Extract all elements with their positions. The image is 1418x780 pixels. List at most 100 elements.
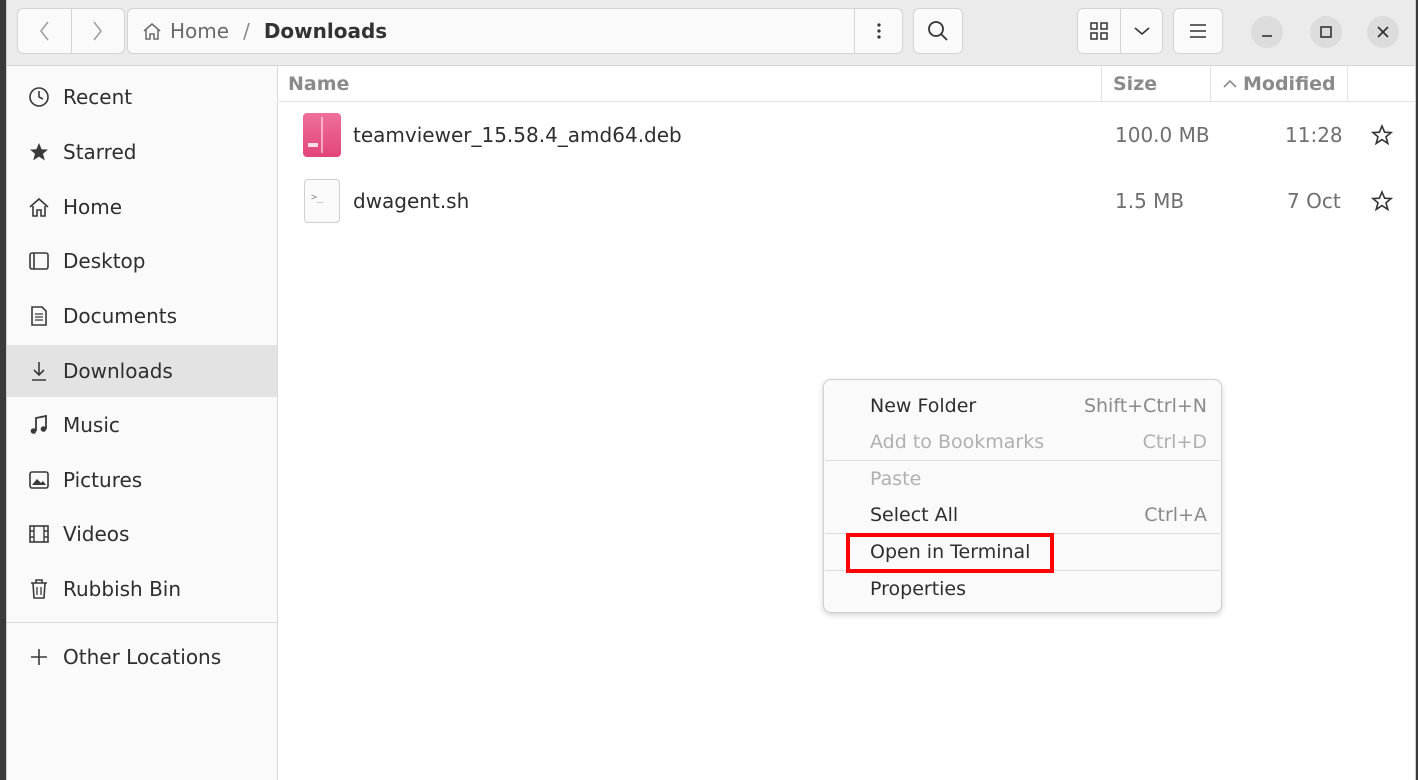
sidebar-item-label: Pictures bbox=[63, 468, 143, 492]
home-icon bbox=[27, 195, 51, 219]
column-separator bbox=[1347, 66, 1348, 102]
column-modified[interactable]: Modified bbox=[1223, 66, 1336, 102]
annotation-highlight-box bbox=[846, 533, 1054, 573]
column-modified-label: Modified bbox=[1243, 73, 1336, 95]
hamburger-menu-icon bbox=[1190, 24, 1206, 38]
file-size: 1.5 MB bbox=[1115, 189, 1185, 213]
menu-item-add-to-bookmarks: Add to Bookmarks Ctrl+D bbox=[824, 424, 1221, 460]
column-name-label: Name bbox=[288, 73, 350, 95]
sidebar-item-videos[interactable]: Videos bbox=[7, 508, 277, 560]
home-icon bbox=[143, 23, 161, 40]
kebab-menu-icon bbox=[876, 23, 881, 39]
menu-item-new-folder[interactable]: New Folder Shift+Ctrl+N bbox=[824, 388, 1221, 424]
sidebar-item-label: Other Locations bbox=[63, 645, 222, 669]
sidebar-item-downloads[interactable]: Downloads bbox=[7, 345, 277, 397]
column-header: Name Size Modified bbox=[279, 66, 1415, 102]
header-bar: Home / Downloads bbox=[7, 0, 1415, 66]
context-menu: New Folder Shift+Ctrl+N Add to Bookmarks… bbox=[823, 379, 1222, 613]
maximize-button[interactable] bbox=[1310, 16, 1342, 48]
download-icon bbox=[27, 359, 51, 383]
grid-view-button[interactable] bbox=[1078, 9, 1120, 53]
menu-item-label: Add to Bookmarks bbox=[870, 431, 1045, 453]
document-icon bbox=[27, 304, 51, 328]
menu-item-select-all[interactable]: Select All Ctrl+A bbox=[824, 497, 1221, 533]
grid-view-icon bbox=[1090, 22, 1108, 40]
music-icon bbox=[27, 413, 51, 437]
sidebar-item-home[interactable]: Home bbox=[7, 181, 277, 233]
sidebar-item-label: Recent bbox=[63, 85, 133, 109]
star-icon bbox=[27, 140, 51, 164]
forward-icon bbox=[93, 21, 102, 41]
search-button[interactable] bbox=[913, 8, 963, 54]
back-button[interactable] bbox=[18, 9, 71, 53]
sidebar-item-label: Music bbox=[63, 413, 120, 437]
main-menu-button[interactable] bbox=[1173, 8, 1223, 54]
sidebar-item-documents[interactable]: Documents bbox=[7, 290, 277, 342]
file-modified: 11:28 bbox=[1285, 123, 1343, 147]
search-icon bbox=[928, 21, 948, 41]
sidebar-item-rubbish-bin[interactable]: Rubbish Bin bbox=[7, 563, 277, 615]
sidebar-divider bbox=[7, 622, 277, 623]
column-size[interactable]: Size bbox=[1113, 66, 1157, 102]
breadcrumb-current[interactable]: Downloads bbox=[264, 19, 387, 43]
sidebar: Recent Starred Home Desktop Documents Do… bbox=[7, 66, 278, 780]
maximize-icon bbox=[1320, 26, 1332, 38]
view-options-button[interactable] bbox=[1120, 9, 1162, 53]
menu-item-label: Properties bbox=[870, 578, 967, 600]
star-toggle[interactable] bbox=[1371, 169, 1393, 233]
breadcrumb-home[interactable]: Home bbox=[142, 19, 229, 43]
breadcrumb-home-label: Home bbox=[170, 19, 230, 43]
navigation-buttons bbox=[17, 8, 125, 54]
chevron-down-icon bbox=[1133, 27, 1150, 36]
column-separator bbox=[1210, 66, 1211, 102]
desktop-icon bbox=[27, 249, 51, 273]
column-separator bbox=[1101, 66, 1102, 102]
picture-icon bbox=[27, 468, 51, 492]
file-name: teamviewer_15.58.4_amd64.deb bbox=[353, 123, 682, 147]
path-bar: Home / Downloads bbox=[127, 8, 903, 54]
column-name[interactable]: Name bbox=[288, 66, 349, 102]
sidebar-item-other-locations[interactable]: Other Locations bbox=[7, 631, 277, 683]
column-size-label: Size bbox=[1113, 73, 1158, 95]
sidebar-item-label: Videos bbox=[63, 522, 130, 546]
sidebar-item-desktop[interactable]: Desktop bbox=[7, 235, 277, 287]
menu-item-shortcut: Shift+Ctrl+N bbox=[1083, 395, 1207, 417]
file-name: dwagent.sh bbox=[353, 189, 470, 213]
menu-item-shortcut: Ctrl+D bbox=[1142, 431, 1207, 453]
breadcrumb-separator: / bbox=[243, 19, 250, 43]
sidebar-item-label: Downloads bbox=[63, 359, 173, 383]
close-button[interactable] bbox=[1367, 16, 1399, 48]
sidebar-item-starred[interactable]: Starred bbox=[7, 126, 277, 178]
view-toggle bbox=[1077, 8, 1163, 54]
menu-item-paste: Paste bbox=[824, 461, 1221, 497]
menu-item-shortcut: Ctrl+A bbox=[1144, 504, 1207, 526]
sidebar-item-recent[interactable]: Recent bbox=[7, 71, 277, 123]
minimize-icon bbox=[1262, 35, 1272, 37]
sidebar-item-label: Desktop bbox=[63, 249, 146, 273]
sidebar-item-label: Rubbish Bin bbox=[63, 577, 182, 601]
sidebar-item-label: Home bbox=[63, 195, 123, 219]
menu-item-label: Select All bbox=[870, 504, 959, 526]
menu-item-properties[interactable]: Properties bbox=[824, 571, 1221, 607]
shell-script-icon: >_ bbox=[304, 169, 340, 233]
file-size: 100.0 MB bbox=[1115, 123, 1210, 147]
path-menu-button[interactable] bbox=[854, 9, 902, 53]
sidebar-item-label: Documents bbox=[63, 304, 178, 328]
menu-item-label: Paste bbox=[870, 468, 922, 490]
deb-package-icon bbox=[303, 103, 341, 167]
file-manager-window: Home / Downloads Recent Starred Home Des… bbox=[6, 0, 1416, 780]
sidebar-item-label: Starred bbox=[63, 140, 137, 164]
star-outline-icon bbox=[1371, 190, 1393, 212]
file-modified: 7 Oct bbox=[1287, 189, 1341, 213]
sidebar-item-pictures[interactable]: Pictures bbox=[7, 454, 277, 506]
sidebar-item-music[interactable]: Music bbox=[7, 399, 277, 451]
star-toggle[interactable] bbox=[1371, 103, 1393, 167]
minimize-button[interactable] bbox=[1251, 16, 1283, 48]
trash-icon bbox=[27, 577, 51, 601]
video-icon bbox=[27, 522, 51, 546]
close-icon bbox=[1377, 26, 1389, 38]
sort-ascending-icon bbox=[1223, 79, 1237, 88]
forward-button[interactable] bbox=[70, 9, 124, 53]
file-row[interactable]: teamviewer_15.58.4_amd64.deb 100.0 MB 11… bbox=[279, 103, 1415, 167]
file-row[interactable]: >_ dwagent.sh 1.5 MB 7 Oct bbox=[279, 169, 1415, 233]
